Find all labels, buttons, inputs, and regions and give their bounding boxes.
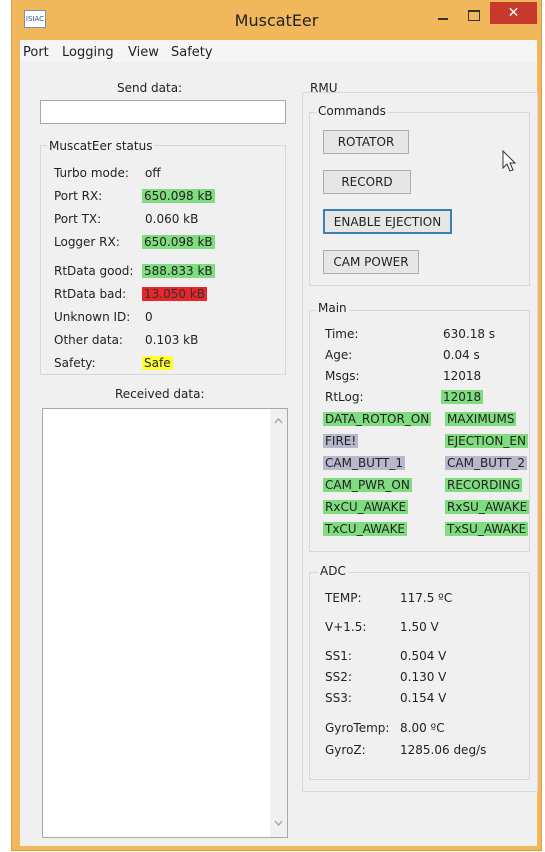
commands-title: Commands bbox=[316, 104, 388, 118]
flag-badge: CAM_PWR_ON bbox=[323, 478, 412, 492]
adc-label: GyroTemp: bbox=[325, 721, 390, 735]
send-data-input[interactable] bbox=[40, 100, 286, 124]
adc-value: 0.504 V bbox=[400, 649, 447, 663]
app-window: ISIAC MuscatEer ✕ Port Logging View Safe… bbox=[12, 0, 541, 850]
flag-badge: RECORDING bbox=[445, 478, 523, 492]
status-label: Other data: bbox=[54, 333, 123, 347]
main-value: 0.04 s bbox=[443, 348, 480, 362]
status-group-title: MuscatEer status bbox=[47, 139, 155, 153]
scroll-down-icon bbox=[274, 820, 283, 826]
rotator-button[interactable]: ROTATOR bbox=[323, 130, 409, 154]
mouse-cursor-icon bbox=[502, 150, 517, 172]
main-value: 630.18 s bbox=[443, 327, 496, 341]
adc-label: SS1: bbox=[325, 649, 352, 663]
adc-value: 1.50 V bbox=[400, 620, 439, 634]
flag-badge: FIRE! bbox=[323, 434, 359, 448]
flag-badge: EJECTION_EN bbox=[445, 434, 528, 448]
flag-badge: CAM_BUTT_1 bbox=[323, 456, 406, 470]
menu-port[interactable]: Port bbox=[23, 45, 49, 60]
menu-bar: Port Logging View Safety bbox=[20, 40, 537, 62]
adc-label: V+1.5: bbox=[325, 620, 367, 634]
status-label: Unknown ID: bbox=[54, 310, 131, 324]
main-label: Age: bbox=[325, 348, 353, 362]
adc-label: SS3: bbox=[325, 691, 352, 705]
status-label: RtData good: bbox=[54, 264, 134, 278]
status-value: off bbox=[145, 166, 161, 180]
enable-ejection-button[interactable]: ENABLE EJECTION bbox=[323, 209, 452, 234]
safety-badge: Safe bbox=[142, 356, 173, 370]
status-value: 588.833 kB bbox=[142, 264, 215, 278]
status-value: 650.098 kB bbox=[142, 189, 215, 203]
status-label: Logger RX: bbox=[54, 235, 120, 249]
adc-label: GyroZ: bbox=[325, 743, 366, 757]
main-group bbox=[309, 310, 530, 552]
status-value: 0.103 kB bbox=[145, 333, 199, 347]
main-label: RtLog: bbox=[325, 390, 364, 404]
main-label: Msgs: bbox=[325, 369, 360, 383]
adc-value: 8.00 ºC bbox=[400, 721, 445, 735]
main-label: Time: bbox=[325, 327, 359, 341]
flag-badge: RxCU_AWAKE bbox=[323, 500, 409, 514]
status-value: 650.098 kB bbox=[142, 235, 215, 249]
adc-title: ADC bbox=[318, 564, 348, 578]
status-label: Turbo mode: bbox=[54, 166, 129, 180]
client-area: Port Logging View Safety Send data: Musc… bbox=[20, 40, 538, 846]
status-value: 0 bbox=[145, 310, 153, 324]
flag-badge: MAXIMUMS bbox=[445, 412, 517, 426]
menu-view[interactable]: View bbox=[128, 45, 159, 60]
menu-safety[interactable]: Safety bbox=[171, 45, 213, 60]
maximize-button[interactable] bbox=[461, 6, 487, 26]
received-data-textarea[interactable] bbox=[42, 408, 288, 838]
status-label: Port TX: bbox=[54, 212, 102, 226]
status-value: 13.050 kB bbox=[142, 287, 207, 301]
adc-value: 0.130 V bbox=[400, 670, 447, 684]
minimize-button[interactable] bbox=[430, 6, 456, 26]
received-data-scrollbar[interactable] bbox=[270, 409, 287, 837]
received-data-label: Received data: bbox=[115, 387, 205, 401]
flag-badge: TxSU_AWAKE bbox=[445, 522, 529, 536]
flag-badge: DATA_ROTOR_ON bbox=[323, 412, 432, 426]
adc-value: 117.5 ºC bbox=[400, 591, 453, 605]
status-label: Port RX: bbox=[54, 189, 103, 203]
main-value: 12018 bbox=[443, 369, 482, 383]
status-value: 0.060 kB bbox=[145, 212, 199, 226]
adc-value: 0.154 V bbox=[400, 691, 447, 705]
close-button[interactable]: ✕ bbox=[490, 2, 537, 24]
record-button[interactable]: RECORD bbox=[323, 170, 411, 194]
flag-badge: RxSU_AWAKE bbox=[445, 500, 530, 514]
flag-badge: TxCU_AWAKE bbox=[323, 522, 408, 536]
adc-value: 1285.06 deg/s bbox=[400, 743, 487, 757]
cam-power-button[interactable]: CAM POWER bbox=[323, 250, 419, 274]
title-bar[interactable]: ISIAC MuscatEer ✕ bbox=[12, 0, 541, 40]
status-label: Safety: bbox=[54, 356, 96, 370]
flag-badge: CAM_BUTT_2 bbox=[445, 456, 528, 470]
adc-label: TEMP: bbox=[325, 591, 362, 605]
scroll-up-icon bbox=[274, 418, 283, 424]
menu-logging[interactable]: Logging bbox=[62, 45, 114, 60]
send-data-label: Send data: bbox=[117, 81, 183, 95]
main-title: Main bbox=[316, 301, 349, 315]
adc-label: SS2: bbox=[325, 670, 352, 684]
main-value: 12018 bbox=[441, 390, 484, 404]
status-label: RtData bad: bbox=[54, 287, 127, 301]
scrollbar-arrows bbox=[274, 418, 283, 826]
